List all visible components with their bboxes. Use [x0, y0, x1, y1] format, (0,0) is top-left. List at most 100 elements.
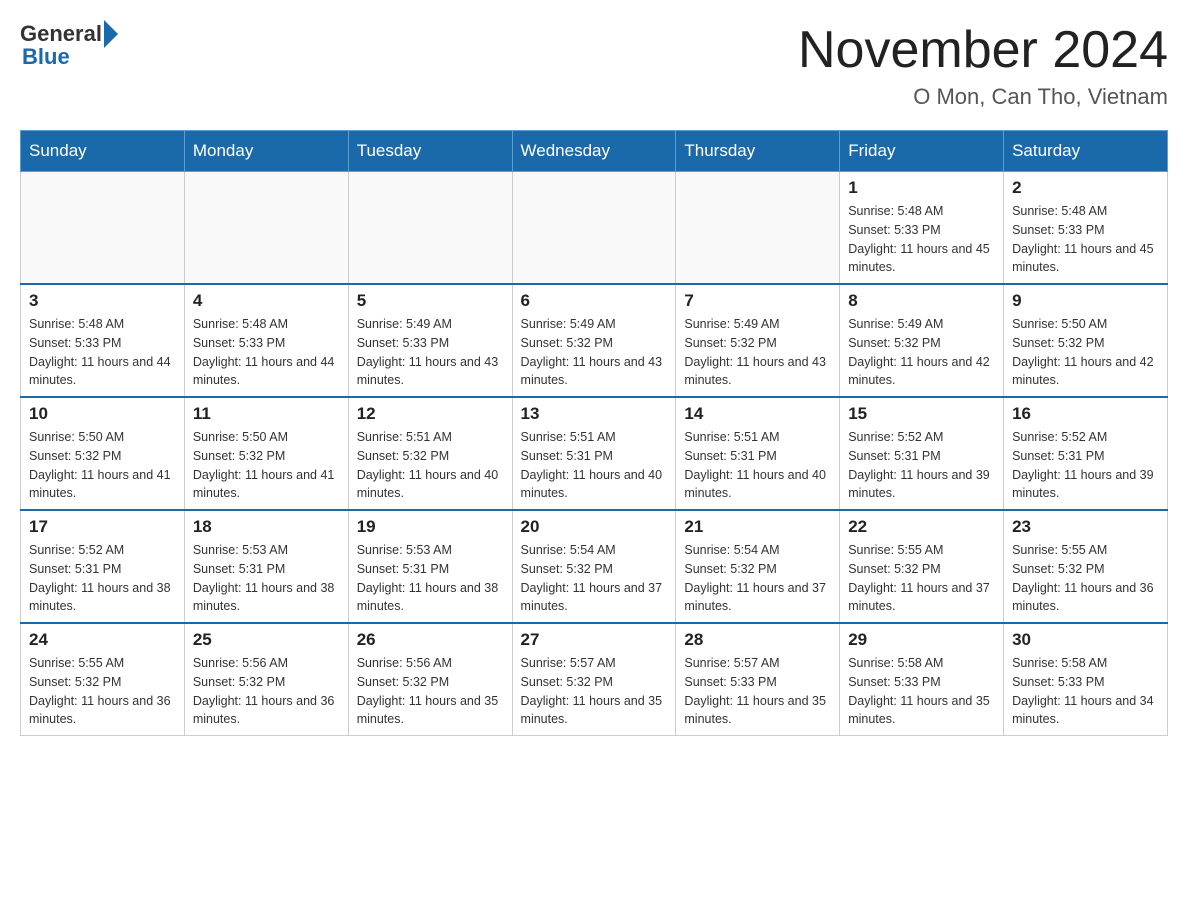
day-info: Sunrise: 5:53 AMSunset: 5:31 PMDaylight:…: [193, 541, 340, 616]
day-number: 2: [1012, 178, 1159, 198]
day-info: Sunrise: 5:56 AMSunset: 5:32 PMDaylight:…: [193, 654, 340, 729]
calendar-cell: 23 Sunrise: 5:55 AMSunset: 5:32 PMDayligh…: [1004, 510, 1168, 623]
calendar-cell: 16 Sunrise: 5:52 AMSunset: 5:31 PMDayligh…: [1004, 397, 1168, 510]
calendar-cell: [348, 172, 512, 285]
day-info: Sunrise: 5:52 AMSunset: 5:31 PMDaylight:…: [29, 541, 176, 616]
calendar-cell: [512, 172, 676, 285]
calendar-week-row: 3 Sunrise: 5:48 AMSunset: 5:33 PMDaylight…: [21, 284, 1168, 397]
day-number: 28: [684, 630, 831, 650]
calendar-cell: 27 Sunrise: 5:57 AMSunset: 5:32 PMDayligh…: [512, 623, 676, 736]
calendar-cell: 26 Sunrise: 5:56 AMSunset: 5:32 PMDayligh…: [348, 623, 512, 736]
day-number: 7: [684, 291, 831, 311]
day-number: 24: [29, 630, 176, 650]
day-info: Sunrise: 5:58 AMSunset: 5:33 PMDaylight:…: [1012, 654, 1159, 729]
calendar-cell: 8 Sunrise: 5:49 AMSunset: 5:32 PMDaylight…: [840, 284, 1004, 397]
day-info: Sunrise: 5:52 AMSunset: 5:31 PMDaylight:…: [848, 428, 995, 503]
day-number: 19: [357, 517, 504, 537]
day-number: 8: [848, 291, 995, 311]
day-number: 23: [1012, 517, 1159, 537]
calendar-cell: 18 Sunrise: 5:53 AMSunset: 5:31 PMDayligh…: [184, 510, 348, 623]
calendar-cell: 25 Sunrise: 5:56 AMSunset: 5:32 PMDayligh…: [184, 623, 348, 736]
day-number: 3: [29, 291, 176, 311]
title-section: November 2024 O Mon, Can Tho, Vietnam: [798, 20, 1168, 110]
weekday-header-row: SundayMondayTuesdayWednesdayThursdayFrid…: [21, 131, 1168, 172]
calendar-cell: 10Sunrise: 5:50 AMSunset: 5:32 PMDayligh…: [21, 397, 185, 510]
day-number: 11: [193, 404, 340, 424]
calendar-cell: [184, 172, 348, 285]
day-number: 17: [29, 517, 176, 537]
day-info: Sunrise: 5:48 AMSunset: 5:33 PMDaylight:…: [193, 315, 340, 390]
logo-blue-text: Blue: [22, 44, 70, 70]
weekday-header-saturday: Saturday: [1004, 131, 1168, 172]
calendar-cell: 6Sunrise: 5:49 AMSunset: 5:32 PMDaylight…: [512, 284, 676, 397]
calendar-cell: 13Sunrise: 5:51 AMSunset: 5:31 PMDayligh…: [512, 397, 676, 510]
day-number: 15: [848, 404, 995, 424]
calendar-cell: 30 Sunrise: 5:58 AMSunset: 5:33 PMDayligh…: [1004, 623, 1168, 736]
calendar-table: SundayMondayTuesdayWednesdayThursdayFrid…: [20, 130, 1168, 736]
calendar-week-row: 24 Sunrise: 5:55 AMSunset: 5:32 PMDayligh…: [21, 623, 1168, 736]
weekday-header-thursday: Thursday: [676, 131, 840, 172]
calendar-week-row: 17 Sunrise: 5:52 AMSunset: 5:31 PMDayligh…: [21, 510, 1168, 623]
calendar-cell: [21, 172, 185, 285]
calendar-cell: 2 Sunrise: 5:48 AMSunset: 5:33 PMDaylight…: [1004, 172, 1168, 285]
calendar-cell: 20Sunrise: 5:54 AMSunset: 5:32 PMDayligh…: [512, 510, 676, 623]
day-info: Sunrise: 5:57 AMSunset: 5:32 PMDaylight:…: [521, 654, 668, 729]
calendar-cell: 19 Sunrise: 5:53 AMSunset: 5:31 PMDayligh…: [348, 510, 512, 623]
calendar-cell: 7Sunrise: 5:49 AMSunset: 5:32 PMDaylight…: [676, 284, 840, 397]
weekday-header-sunday: Sunday: [21, 131, 185, 172]
calendar-cell: 17 Sunrise: 5:52 AMSunset: 5:31 PMDayligh…: [21, 510, 185, 623]
logo: General Blue: [20, 20, 118, 70]
day-number: 18: [193, 517, 340, 537]
calendar-cell: 11 Sunrise: 5:50 AMSunset: 5:32 PMDayligh…: [184, 397, 348, 510]
calendar-cell: 22Sunrise: 5:55 AMSunset: 5:32 PMDayligh…: [840, 510, 1004, 623]
day-info: Sunrise: 5:51 AMSunset: 5:31 PMDaylight:…: [684, 428, 831, 503]
weekday-header-monday: Monday: [184, 131, 348, 172]
day-info: Sunrise: 5:48 AMSunset: 5:33 PMDaylight:…: [29, 315, 176, 390]
day-number: 1: [848, 178, 995, 198]
day-info: Sunrise: 5:48 AMSunset: 5:33 PMDaylight:…: [1012, 202, 1159, 277]
calendar-cell: 5 Sunrise: 5:49 AMSunset: 5:33 PMDaylight…: [348, 284, 512, 397]
day-number: 27: [521, 630, 668, 650]
day-info: Sunrise: 5:48 AMSunset: 5:33 PMDaylight:…: [848, 202, 995, 277]
day-number: 10: [29, 404, 176, 424]
weekday-header-tuesday: Tuesday: [348, 131, 512, 172]
calendar-week-row: 10 Sunrise: 5:50 AMSunset: 5:32 PMDayligh…: [21, 397, 1168, 510]
day-number: 26: [357, 630, 504, 650]
day-info: Sunrise: 5:55 AMSunset: 5:32 PMDaylight:…: [29, 654, 176, 729]
day-number: 9: [1012, 291, 1159, 311]
day-number: 25: [193, 630, 340, 650]
calendar-week-row: 1 Sunrise: 5:48 AMSunset: 5:33 PMDaylight…: [21, 172, 1168, 285]
day-info: Sunrise: 5:52 AMSunset: 5:31 PMDaylight:…: [1012, 428, 1159, 503]
day-info: Sunrise: 5:56 AMSunset: 5:32 PMDaylight:…: [357, 654, 504, 729]
day-number: 5: [357, 291, 504, 311]
weekday-header-wednesday: Wednesday: [512, 131, 676, 172]
month-title: November 2024: [798, 20, 1168, 80]
day-number: 6: [521, 291, 668, 311]
calendar-cell: 29Sunrise: 5:58 AMSunset: 5:33 PMDayligh…: [840, 623, 1004, 736]
calendar-cell: [676, 172, 840, 285]
day-info: Sunrise: 5:53 AMSunset: 5:31 PMDaylight:…: [357, 541, 504, 616]
day-number: 29: [848, 630, 995, 650]
weekday-header-friday: Friday: [840, 131, 1004, 172]
calendar-cell: 9Sunrise: 5:50 AMSunset: 5:32 PMDaylight…: [1004, 284, 1168, 397]
day-number: 21: [684, 517, 831, 537]
calendar-cell: 14 Sunrise: 5:51 AMSunset: 5:31 PMDayligh…: [676, 397, 840, 510]
day-info: Sunrise: 5:54 AMSunset: 5:32 PMDaylight:…: [684, 541, 831, 616]
day-number: 30: [1012, 630, 1159, 650]
day-info: Sunrise: 5:50 AMSunset: 5:32 PMDaylight:…: [193, 428, 340, 503]
day-info: Sunrise: 5:49 AMSunset: 5:33 PMDaylight:…: [357, 315, 504, 390]
day-number: 16: [1012, 404, 1159, 424]
day-info: Sunrise: 5:49 AMSunset: 5:32 PMDaylight:…: [848, 315, 995, 390]
calendar-cell: 4Sunrise: 5:48 AMSunset: 5:33 PMDaylight…: [184, 284, 348, 397]
calendar-cell: 1 Sunrise: 5:48 AMSunset: 5:33 PMDaylight…: [840, 172, 1004, 285]
location-text: O Mon, Can Tho, Vietnam: [798, 84, 1168, 110]
day-number: 12: [357, 404, 504, 424]
day-info: Sunrise: 5:55 AMSunset: 5:32 PMDaylight:…: [1012, 541, 1159, 616]
calendar-cell: 24 Sunrise: 5:55 AMSunset: 5:32 PMDayligh…: [21, 623, 185, 736]
day-number: 20: [521, 517, 668, 537]
calendar-cell: 15 Sunrise: 5:52 AMSunset: 5:31 PMDayligh…: [840, 397, 1004, 510]
calendar-cell: 3 Sunrise: 5:48 AMSunset: 5:33 PMDaylight…: [21, 284, 185, 397]
calendar-cell: 12Sunrise: 5:51 AMSunset: 5:32 PMDayligh…: [348, 397, 512, 510]
day-number: 14: [684, 404, 831, 424]
logo-triangle-icon: [104, 20, 118, 48]
